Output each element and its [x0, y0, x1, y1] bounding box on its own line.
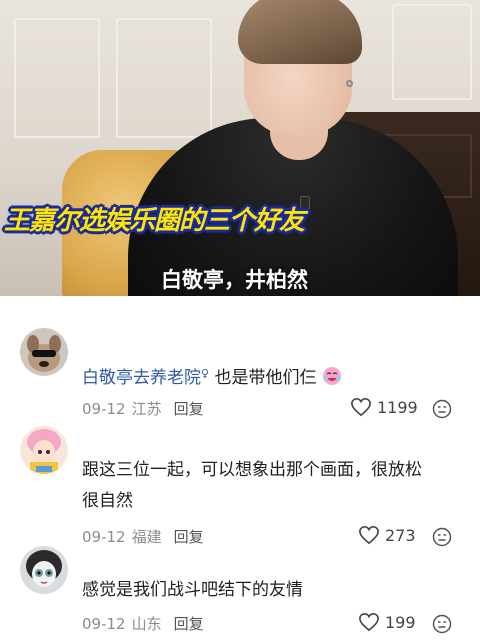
heart-outline-icon — [359, 525, 379, 545]
heart-outline-icon — [359, 612, 379, 632]
comment-meta: 09-12 山东 回复 — [82, 613, 204, 634]
anime-girl-avatar-icon — [20, 426, 68, 474]
video-frame[interactable]: 王嘉尔选娱乐圈的三个好友 白敬亭，井柏然 — [0, 0, 480, 296]
reply-button[interactable]: 回复 — [174, 613, 204, 634]
avatar[interactable] — [20, 426, 68, 474]
comment-username[interactable]: 白敬亭去养老院 — [82, 368, 201, 388]
like-button[interactable]: 273 — [358, 525, 416, 545]
comment-body-line-1: 跟这三位一起，可以想象出那个画面，很放松 — [82, 460, 422, 480]
wall-panel — [116, 18, 212, 138]
comment-text: 白敬亭去养老院♀ 也是带他们仨 — [82, 360, 462, 392]
comment-location: 福建 — [131, 528, 162, 546]
reply-button[interactable]: 回复 — [174, 398, 204, 419]
heart-outline-icon — [351, 397, 371, 417]
like-count: 273 — [385, 525, 416, 545]
comment-location: 江苏 — [131, 400, 162, 418]
comment-date: 09-12 — [82, 399, 126, 418]
like-count: 1199 — [377, 397, 418, 417]
comment-text: 跟这三位一起，可以想象出那个画面，很放松 很自然 — [82, 456, 462, 515]
dislike-face-icon[interactable] — [432, 614, 452, 634]
video-caption-title: 王嘉尔选娱乐圈的三个好友 — [4, 206, 305, 236]
video-caption-subtitle: 白敬亭，井柏然 — [161, 268, 308, 292]
avatar[interactable] — [20, 328, 68, 376]
dog-avatar-icon — [20, 328, 68, 376]
wall-panel — [14, 18, 100, 138]
comment-body: 也是带他们仨 — [214, 368, 317, 388]
comment-body: 感觉是我们战斗吧结下的友情 — [82, 580, 303, 600]
like-count: 199 — [385, 612, 416, 632]
comment-location: 山东 — [131, 615, 162, 633]
laughing-face-emoji-icon — [322, 367, 341, 385]
comment-meta: 09-12 福建 回复 — [82, 526, 204, 547]
dislike-face-icon[interactable] — [432, 527, 452, 547]
like-button[interactable]: 1199 — [350, 397, 418, 417]
comment-date: 09-12 — [82, 527, 126, 546]
dislike-face-icon[interactable] — [432, 399, 452, 419]
comment-text: 感觉是我们战斗吧结下的友情 — [82, 576, 462, 604]
avatar[interactable] — [20, 546, 68, 594]
wall-panel — [392, 4, 472, 100]
doll-avatar-icon — [20, 546, 68, 594]
person-hair — [238, 0, 362, 64]
comment-body-line-2: 很自然 — [82, 491, 133, 511]
comment-list: 白敬亭去养老院♀ 也是带他们仨 09-12 江苏 回复 1199 跟这三位一起，… — [0, 296, 480, 640]
female-symbol-icon: ♀ — [201, 367, 210, 380]
comment-date: 09-12 — [82, 614, 126, 633]
reply-button[interactable]: 回复 — [174, 526, 204, 547]
like-button[interactable]: 199 — [358, 612, 416, 632]
comment-meta: 09-12 江苏 回复 — [82, 398, 204, 419]
earring — [346, 80, 353, 87]
